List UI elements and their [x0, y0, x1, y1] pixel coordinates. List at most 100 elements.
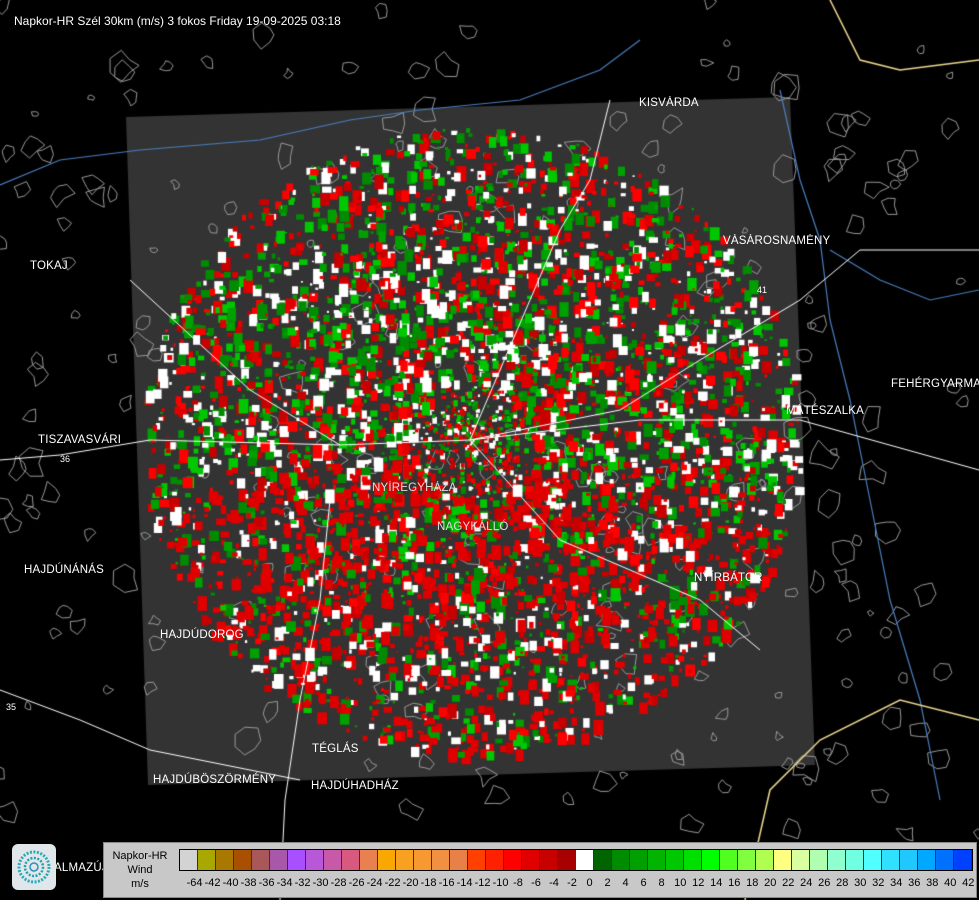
- legend-label: -22: [384, 877, 401, 889]
- legend-label: -32: [294, 877, 311, 889]
- map-title: Napkor-HR Szél 30km (m/s) 3 fokos Friday…: [14, 14, 341, 28]
- legend-swatch: [324, 850, 342, 870]
- city-label: HAJDÚBÖSZÖRMÉNY: [153, 774, 277, 786]
- legend-label: -4: [549, 877, 559, 889]
- legend-swatch: [738, 850, 756, 870]
- legend-label: -20: [402, 877, 419, 889]
- legend-label: 12: [692, 877, 705, 889]
- legend-swatch: [684, 850, 702, 870]
- city-label: NAGYKÁLLÓ: [437, 521, 509, 533]
- legend-label: -14: [456, 877, 473, 889]
- legend-swatch: [648, 850, 666, 870]
- legend-label: 40: [944, 877, 957, 889]
- legend-label: 0: [586, 877, 593, 889]
- city-label: FEHÉRGYARMAT: [891, 378, 979, 390]
- legend-swatch: [414, 850, 432, 870]
- legend-label: 28: [836, 877, 849, 889]
- legend-label: 10: [674, 877, 687, 889]
- legend-labels: -64 -42 -40 -38 -36 -34 -32 -30 -28 -26 -24 -22 -20-…: [179, 877, 979, 891]
- legend-swatch: [360, 850, 378, 870]
- radar-map: [0, 0, 979, 900]
- legend-title-line: m/s: [131, 878, 149, 890]
- legend-label: 2: [604, 877, 611, 889]
- road-number: 41: [757, 285, 768, 295]
- legend-label: 16: [728, 877, 741, 889]
- legend-label: -12: [474, 877, 491, 889]
- legend-swatches: [179, 849, 973, 871]
- road-number: 36: [60, 454, 71, 464]
- legend-label: -18: [420, 877, 437, 889]
- legend-swatch: [468, 850, 486, 870]
- legend-swatch: [522, 850, 540, 870]
- city-label: HAJDÚDOROG: [160, 629, 244, 641]
- legend-swatch: [576, 850, 594, 870]
- legend-swatch: [810, 850, 828, 870]
- legend-swatch: [234, 850, 252, 870]
- city-label: TOKAJ: [30, 260, 68, 272]
- legend-swatch: [252, 850, 270, 870]
- napkor-logo-icon: [12, 844, 56, 890]
- legend-label: 38: [926, 877, 939, 889]
- legend-swatch: [918, 850, 936, 870]
- legend-label: 4: [622, 877, 629, 889]
- legend-swatch: [774, 850, 792, 870]
- legend-label: 8: [658, 877, 665, 889]
- legend-swatch: [306, 850, 324, 870]
- legend-label: -64: [186, 877, 203, 889]
- legend-swatch: [504, 850, 522, 870]
- legend-swatch: [486, 850, 504, 870]
- legend-swatch: [702, 850, 720, 870]
- legend-label: -2: [567, 877, 577, 889]
- legend-label: -28: [330, 877, 347, 889]
- legend-swatch: [720, 850, 738, 870]
- legend-swatch: [900, 850, 918, 870]
- road-number: 35: [6, 702, 17, 712]
- legend-label: -26: [348, 877, 365, 889]
- legend-swatch: [198, 850, 216, 870]
- legend-title-line: Wind: [127, 864, 153, 876]
- legend-swatch: [666, 850, 684, 870]
- legend-swatch: [828, 850, 846, 870]
- legend-swatch: [450, 850, 468, 870]
- legend-title-line: Napkor-HR: [112, 850, 168, 862]
- legend-label: -42: [204, 877, 221, 889]
- city-label: NYÍREGYHÁZA: [372, 482, 457, 494]
- legend-title: Napkor-HR Wind m/s: [108, 849, 172, 891]
- legend-label: 14: [710, 877, 723, 889]
- legend-label: -40: [222, 877, 239, 889]
- legend-swatch: [594, 850, 612, 870]
- legend-label: 26: [818, 877, 831, 889]
- city-label: HAJDÚNÁNÁS: [24, 564, 104, 576]
- legend-label: 34: [890, 877, 903, 889]
- legend-label: 22: [782, 877, 795, 889]
- legend-swatch: [558, 850, 576, 870]
- legend-swatch: [882, 850, 900, 870]
- legend-label: 36: [908, 877, 921, 889]
- legend-swatch: [378, 850, 396, 870]
- legend-swatch: [792, 850, 810, 870]
- city-label: VÁSÁROSNAMÉNY: [723, 235, 831, 247]
- legend-swatch: [630, 850, 648, 870]
- city-label: NYÍRBÁTOR: [694, 572, 763, 584]
- legend-swatch: [954, 850, 972, 870]
- legend-label: -6: [531, 877, 541, 889]
- legend-label: -8: [513, 877, 523, 889]
- legend-swatch: [216, 850, 234, 870]
- legend-swatch: [846, 850, 864, 870]
- legend-label: 6: [640, 877, 647, 889]
- city-label: KISVÁRDA: [639, 97, 699, 109]
- legend-swatch: [270, 850, 288, 870]
- legend-swatch: [540, 850, 558, 870]
- legend-label: 30: [854, 877, 867, 889]
- legend-swatch: [936, 850, 954, 870]
- legend-label: -10: [492, 877, 509, 889]
- city-label: HAJDÚHADHÁZ: [311, 780, 399, 792]
- legend-swatch: [864, 850, 882, 870]
- legend-label: 20: [764, 877, 777, 889]
- city-label: TÉGLÁS: [312, 743, 359, 755]
- legend-label: -16: [438, 877, 455, 889]
- legend-label: 32: [872, 877, 885, 889]
- legend-label: 18: [746, 877, 759, 889]
- legend-swatch: [396, 850, 414, 870]
- city-label: TISZAVASVÁRI: [38, 434, 122, 446]
